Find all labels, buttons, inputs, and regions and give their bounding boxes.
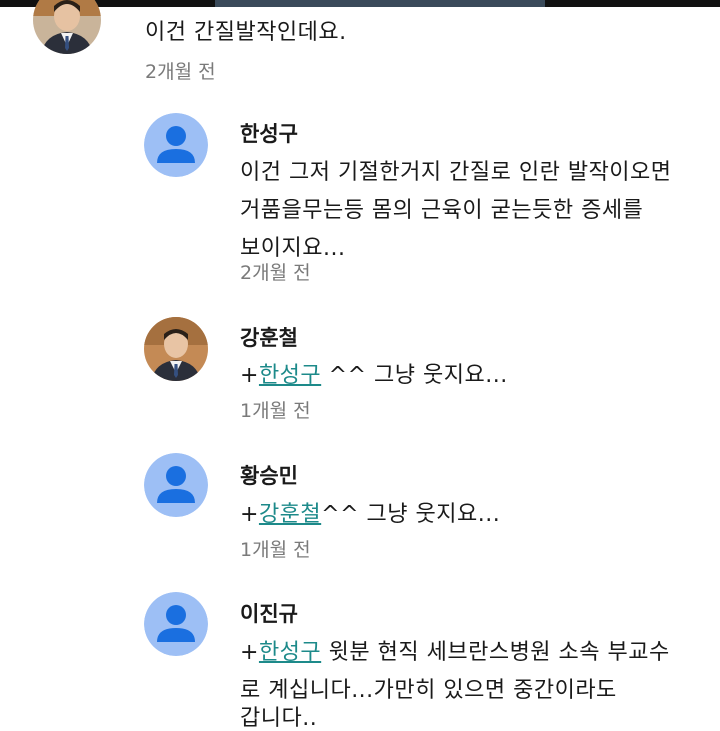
reply-text: +한성구 ^^ 그냥 웃지요... — [240, 357, 508, 395]
reply-text-body: 윗분 현직 세브란스병원 소속 부교수 — [321, 640, 670, 665]
person-silhouette-icon — [144, 113, 208, 177]
mention-link[interactable]: 강훈철 — [259, 502, 321, 527]
person-silhouette-icon — [144, 592, 208, 656]
reply-avatar-default[interactable] — [144, 453, 208, 517]
reply-text-line: 갑니다.. — [240, 706, 318, 731]
mention-prefix: + — [240, 363, 259, 388]
reply-text-body: ^^ 그냥 웃지요... — [321, 363, 508, 388]
mention-link[interactable]: 한성구 — [259, 640, 321, 665]
mention-link[interactable]: 한성구 — [259, 363, 321, 388]
mention-prefix: + — [240, 502, 259, 527]
reply-text: +한성구 윗분 현직 세브란스병원 소속 부교수 — [240, 634, 670, 672]
reply-author-name[interactable]: 한성구 — [240, 118, 298, 148]
reply-avatar-default[interactable] — [144, 113, 208, 177]
comment-thread: 이건 간질발작인데요. 2개월 전 한성구 이건 그저 기절한거지 간질로 인란… — [0, 0, 720, 731]
main-comment-timestamp: 2개월 전 — [145, 61, 216, 83]
main-comment-text: 이건 간질발작인데요. — [145, 20, 347, 45]
person-silhouette-icon — [144, 453, 208, 517]
reply-timestamp: 1개월 전 — [240, 539, 311, 561]
reply-timestamp: 2개월 전 — [240, 262, 311, 284]
reply-avatar-photo[interactable] — [144, 317, 208, 381]
reply-timestamp: 1개월 전 — [240, 400, 311, 422]
reply-author-name[interactable]: 강훈철 — [240, 322, 298, 352]
reply-text: +강훈철^^ 그냥 웃지요... — [240, 496, 500, 534]
reply-text-body: ^^ 그냥 웃지요... — [321, 502, 501, 527]
reply-text-line: 거품을무는등 몸의 근육이 굳는듯한 증세를 — [240, 198, 644, 223]
reply-author-name[interactable]: 황승민 — [240, 460, 298, 490]
reply-author-name[interactable]: 이진규 — [240, 598, 298, 628]
mention-prefix: + — [240, 640, 259, 665]
reply-text-line: 이건 그저 기절한거지 간질로 인란 발작이오면 — [240, 160, 672, 185]
reply-avatar-default[interactable] — [144, 592, 208, 656]
author-avatar-photo[interactable] — [33, 0, 101, 54]
top-edge-image-strip — [215, 0, 545, 7]
